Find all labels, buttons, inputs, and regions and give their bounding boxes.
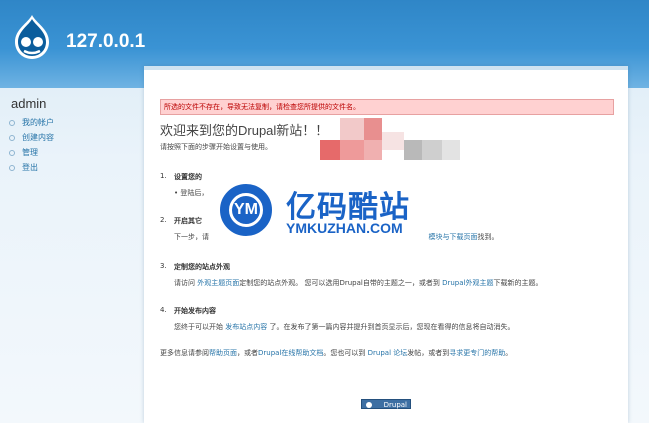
sidebar: admin 我的帐户 创建内容 管理 登出 xyxy=(0,88,144,423)
page-title: 欢迎来到您的Drupal新站！！ xyxy=(160,123,329,138)
intro-text: 请按照下面的步骤开始设置与使用。 xyxy=(160,143,272,151)
create-content-link[interactable]: 发布站点内容 xyxy=(225,323,267,331)
error-message: 所选的文件不存在，导致无法复制，请检查您所提供的文件名。 xyxy=(160,99,614,115)
themes-link[interactable]: 外观主题页面 xyxy=(197,279,239,287)
step-body: • 登陆后， xyxy=(174,189,209,197)
step-heading: 开始发布内容 xyxy=(174,307,216,315)
powered-by-drupal-badge[interactable]: Drupal xyxy=(361,399,411,409)
step-number: 2. xyxy=(160,216,167,224)
sidebar-item-logout[interactable]: 登出 xyxy=(9,160,54,175)
sidebar-item-admin[interactable]: 管理 xyxy=(9,145,54,160)
forum-link[interactable]: Drupal 论坛 xyxy=(368,349,408,357)
step-text: 下载新的主题。 xyxy=(493,279,543,287)
step-heading: 设置您的 xyxy=(174,173,202,181)
user-menu: 我的帐户 创建内容 管理 登出 xyxy=(9,115,54,175)
step-body: 您终于可以开始 发布站点内容 了。在发布了第一篇内容并提升到首页显示后，您现在看… xyxy=(174,322,514,332)
step-text: 登陆后， xyxy=(180,189,209,197)
step-body: 请访问 外观主题页面定制您的站点外观。 您可以选用Drupal自带的主题之一，或… xyxy=(174,278,542,288)
step-text: 请访问 xyxy=(174,279,195,287)
bullet-icon xyxy=(9,119,15,126)
sidebar-item-create-content[interactable]: 创建内容 xyxy=(9,130,54,145)
sidebar-item-label[interactable]: 创建内容 xyxy=(22,133,54,142)
step-text: 了。在发布了第一篇内容并提升到首页显示后，您现在看得的信息将自动消失。 xyxy=(269,323,515,331)
drupal-drop-icon xyxy=(366,402,372,408)
step-text: 您终于可以开始 xyxy=(174,323,223,331)
step-heading: 定制您的站点外观 xyxy=(174,263,230,271)
sidebar-item-label[interactable]: 管理 xyxy=(22,148,38,157)
watermark-subtitle: YMKUZHAN.COM xyxy=(286,220,403,236)
badge-label: Drupal xyxy=(383,401,407,409)
step-number: 4. xyxy=(160,306,167,314)
step-heading: 开启其它 xyxy=(174,217,202,225)
bullet-icon xyxy=(9,149,15,156)
help-text: 。您也可以到 xyxy=(323,349,368,357)
bullet-icon xyxy=(9,164,15,171)
step-text: 定制您的站点外观。 您可以选用Drupal自带的主题之一，或者到 xyxy=(239,279,440,287)
step-text: 下一步，请 xyxy=(174,233,209,241)
sidebar-item-label[interactable]: 我的帐户 xyxy=(22,118,54,127)
watermark: YM 亿码酷站 YMKUZHAN.COM xyxy=(220,182,430,248)
watermark-logo-icon: YM xyxy=(220,184,272,236)
help-text: ，或者 xyxy=(237,349,258,357)
help-text: 。 xyxy=(505,349,513,357)
drupal-drop-icon[interactable] xyxy=(12,14,52,60)
drupal-themes-link[interactable]: Drupal外观主题 xyxy=(442,279,493,287)
help-note: 更多信息请参阅帮助页面，或者Drupal在线帮助文档。您也可以到 Drupal … xyxy=(160,348,512,358)
sidebar-item-my-account[interactable]: 我的帐户 xyxy=(9,115,54,130)
online-docs-link[interactable]: Drupal在线帮助文档 xyxy=(258,349,323,357)
bullet-icon xyxy=(9,134,15,141)
support-link[interactable]: 寻求更专门的帮助 xyxy=(449,349,505,357)
help-text: 更多信息请参阅 xyxy=(160,349,209,357)
sidebar-username: admin xyxy=(11,96,47,111)
modules-link[interactable]: 模块与下载页面 xyxy=(428,233,477,241)
sidebar-item-label[interactable]: 登出 xyxy=(22,163,38,172)
help-page-link[interactable]: 帮助页面 xyxy=(209,349,237,357)
watermark-badge: YM xyxy=(229,193,263,227)
step-text: 找到。 xyxy=(477,233,499,241)
site-name[interactable]: 127.0.0.1 xyxy=(66,31,145,53)
help-text: 发帖，或者到 xyxy=(407,349,450,357)
step-number: 1. xyxy=(160,172,167,180)
step-number: 3. xyxy=(160,262,167,270)
